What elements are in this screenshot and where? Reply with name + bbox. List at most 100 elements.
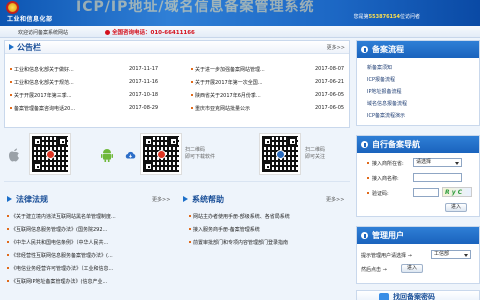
announcement-item[interactable]: 关于进一步加强备案网站管理... 2017-08-07 [191,66,344,73]
law-item[interactable]: 《非经营性互联网信息服务备案管理办法》(... [7,252,113,259]
visitor-prefix: 您是第 [353,14,369,20]
bullet-icon [367,192,369,194]
apple-icon [9,148,19,162]
announcement-item-date: 2017-08-07 [315,66,345,72]
wechat-caption-line2: 即可关注 [305,154,326,160]
hotline: 全国咨询电话：010-66411166 [105,28,195,36]
qr-corner [263,137,272,146]
law-header: 法律法规 更多>> [6,194,176,205]
announcement-item[interactable]: 关于开展2017年第一次全国... 2017-06-21 [191,79,344,86]
self-filing-header: 自行备案导航 [357,136,479,153]
info-icon [361,141,368,148]
page: 工业和信息化部 ICP/IP地址/域名信息备案管理系统 您是第553876154… [0,0,480,300]
law-item[interactable]: 《电信业务经营许可管理办法》（工业和信息... [7,265,113,272]
help-more-link[interactable]: 更多>> [326,196,344,203]
help-item[interactable]: 接入服务商手册-备案管理系统 [189,226,260,233]
info-icon [361,46,368,53]
law-item[interactable]: 《中华人民共和国电信条例》（中华人民共... [7,239,108,246]
bullet-icon [7,267,9,269]
flow-link-domain[interactable]: 域名信息报备流程 [367,100,407,107]
law-item-text[interactable]: 《电信业务经营许可管理办法》（工业和信息... [11,266,113,272]
announcement-item-date: 2017-06-05 [315,92,345,98]
national-emblem-icon [6,1,19,14]
help-item[interactable]: 网站主办者使用手册-部级系统、各省局系统 [189,213,290,220]
province-select[interactable]: 请选择 [413,158,462,167]
announcement-more-link[interactable]: 更多>> [327,44,345,51]
manage-go-button[interactable]: 进入 [401,264,423,273]
bullet-icon [367,177,369,179]
province-label-text: 接入商所在省: [372,161,404,167]
announcement-item-title[interactable]: 重庆市亚克网站批量公示 [195,106,250,112]
qr-corner [144,162,153,171]
arrow-icon [7,196,12,202]
bullet-icon [191,68,193,70]
announcement-item-title[interactable]: 工业和信息化部关于规范... [14,80,74,86]
recover-password-button[interactable]: 找回备案密码 [356,290,480,300]
android-icon [101,149,113,162]
law-item-text[interactable]: 《中华人民共和国电信条例》（中华人民共... [11,240,108,246]
site-title: ICP/IP地址/域名信息备案管理系统 [76,0,315,15]
announcement-item[interactable]: 陕西省关于2017年6月份季... 2017-06-05 [191,92,344,99]
announcement-item-title[interactable]: 备案管理备案咨询电话20... [14,106,75,112]
manage-select-label: 提示管理用户请选择 → [361,253,412,259]
announcement-panel: 公告栏 更多>> 工业和信息化部关于做好... 2017-11-17 工业和信息化… [4,40,350,128]
province-label: 接入商所在省: [367,160,404,167]
law-item-text[interactable]: 《关于建立境内违法互联网站黑名单管理制度... [11,214,116,220]
visitor-number: 553876154 [368,14,400,20]
announcement-item-date: 2017-11-17 [129,66,159,72]
law-item-text[interactable]: 《非经营性互联网信息服务备案管理办法》(... [11,253,113,259]
law-item[interactable]: 《互联网信息服务管理办法》(国务院292... [7,226,107,233]
qr-logo-icon [157,150,166,159]
law-item[interactable]: 《关于建立境内违法互联网站黑名单管理制度... [7,213,116,220]
law-item-text[interactable]: 《互联网IP地址备案管理办法》(信息产业... [11,279,107,285]
filing-flow-header: 备案流程 [357,41,479,58]
captcha-image[interactable]: R y C [442,187,472,197]
bullet-icon [7,241,9,243]
announcement-title: 公告栏 [17,43,41,52]
announcement-item-title[interactable]: 关于进一步加强备案网站管理... [195,67,265,73]
law-more-link[interactable]: 更多>> [152,196,170,203]
announcement-item-title[interactable]: 陕西省关于2017年6月份季... [195,93,261,99]
announcement-item-date: 2017-10-18 [129,92,159,98]
law-title: 法律法规 [16,195,48,204]
announcement-item-title[interactable]: 工业和信息化部关于做好... [14,67,74,73]
captcha-input[interactable] [413,188,439,197]
help-item[interactable]: 前置审批部门和专项内容管理部门登录指南 [189,239,288,246]
qr-logo-icon [46,150,55,159]
filing-flow-title: 备案流程 [372,45,404,54]
announcement-item[interactable]: 备案管理备案咨询电话20... 2017-08-29 [10,105,158,112]
announcement-item-title[interactable]: 关于开展2017年第一次全国... [195,80,263,86]
bullet-icon [7,280,9,282]
help-item-text[interactable]: 网站主办者使用手册-部级系统、各省局系统 [193,214,290,220]
flow-link-ip[interactable]: IP地址报备流程 [367,88,402,95]
manage-select[interactable]: 工信部 [431,250,471,259]
help-item-text[interactable]: 前置审批部门和专项内容管理部门登录指南 [193,240,288,246]
announcement-item-date: 2017-06-05 [315,105,345,111]
announcement-item[interactable]: 重庆市亚克网站批量公示 2017-06-05 [191,105,344,112]
law-item-text[interactable]: 《互联网信息服务管理办法》(国务院292... [11,227,107,233]
ios-qr-code [30,134,70,174]
bullet-icon [10,107,12,109]
bullet-icon [10,68,12,70]
announcement-item[interactable]: 关于开展2017年第三季... 2017-10-18 [10,92,158,99]
flow-link-demo[interactable]: ICP备案流程演示 [367,112,405,119]
law-item[interactable]: 《互联网IP地址备案管理办法》(信息产业... [7,278,107,285]
top-bar: 欢迎访问备案系统网站 全国咨询电话：010-66411166 [0,26,480,38]
help-item-text[interactable]: 接入服务商手册-备案管理系统 [193,227,260,233]
recover-password-label: 找回备案密码 [393,293,435,300]
manage-enter-label: 然后点击 → [361,267,387,273]
download-caption: 扫二维码 即可下载软件 [185,147,215,161]
provider-name-input[interactable] [413,173,462,182]
provider-label-text: 接入商名称: [372,176,399,182]
arrow-icon [9,44,14,50]
announcement-item[interactable]: 工业和信息化部关于规范... 2017-11-16 [10,79,158,86]
flow-link-new[interactable]: 新备案须知 [367,64,392,71]
self-filing-go-button[interactable]: 进入 [445,203,467,212]
bullet-icon [191,94,193,96]
flow-link-icp[interactable]: ICP报备流程 [367,76,395,83]
announcement-item[interactable]: 工业和信息化部关于做好... 2017-11-17 [10,66,158,73]
manage-user-title: 管理用户 [372,231,404,240]
provider-label: 接入商名称: [367,175,399,182]
qr-corner [144,137,153,146]
announcement-item-title[interactable]: 关于开展2017年第三季... [14,93,72,99]
